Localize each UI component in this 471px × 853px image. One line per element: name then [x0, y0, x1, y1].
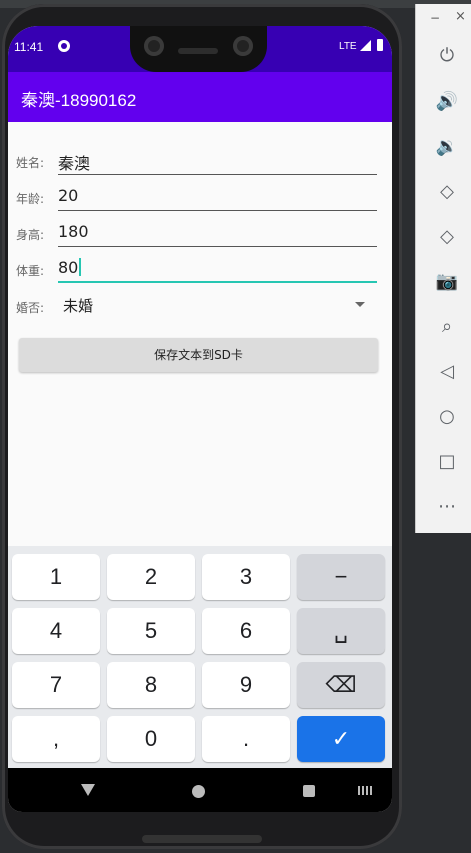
status-bar: 11:41 LTE — [8, 26, 392, 72]
bottom-speaker-grille — [142, 835, 262, 843]
app-title: 秦澳-18990162 — [21, 91, 137, 110]
married-spinner[interactable]: 未婚 — [63, 295, 93, 316]
rotate-left-icon[interactable]: ◇ — [435, 180, 459, 204]
key-period[interactable]: . — [202, 716, 290, 762]
key-minus[interactable]: − — [297, 554, 385, 600]
weight-label: 体重: — [16, 264, 45, 278]
home-icon[interactable]: ○ — [435, 405, 459, 429]
key-7[interactable]: 7 — [12, 662, 100, 708]
name-label: 姓名: — [16, 156, 45, 170]
height-input[interactable]: 180 — [58, 222, 89, 241]
age-input[interactable]: 20 — [58, 186, 78, 205]
power-icon[interactable]: ⏻ — [435, 44, 459, 68]
minimize-button[interactable]: − — [430, 11, 440, 25]
app-bar: 秦澳-18990162 — [8, 72, 392, 122]
key-3[interactable]: 3 — [202, 554, 290, 600]
name-input-underline — [58, 174, 377, 175]
key-done[interactable]: ✓ — [297, 716, 385, 762]
age-label: 年龄: — [16, 192, 45, 206]
key-backspace[interactable]: ⌫ — [297, 662, 385, 708]
emulator-device-frame: 11:41 LTE 秦澳-18990162 姓名: 秦澳 年龄: 20 身高: … — [2, 4, 402, 849]
married-label: 婚否: — [16, 301, 45, 315]
weight-input[interactable]: 80 — [58, 258, 82, 277]
key-1[interactable]: 1 — [12, 554, 100, 600]
key-0[interactable]: 0 — [107, 716, 195, 762]
status-time: 11:41 — [14, 40, 44, 54]
device-screen: 11:41 LTE 秦澳-18990162 姓名: 秦澳 年龄: 20 身高: … — [8, 26, 392, 812]
name-input[interactable]: 秦澳 — [58, 150, 90, 174]
nav-back-icon[interactable] — [81, 784, 95, 796]
camera-notch — [130, 26, 267, 72]
front-camera-icon — [233, 36, 253, 56]
more-icon[interactable]: ⋯ — [435, 495, 459, 519]
front-camera-icon — [144, 36, 164, 56]
camera-icon[interactable]: 📷 — [435, 270, 459, 294]
height-row: 身高: 180 — [8, 214, 392, 248]
weight-input-underline — [58, 281, 377, 283]
keyboard-switch-icon[interactable] — [358, 786, 372, 795]
key-2[interactable]: 2 — [107, 554, 195, 600]
key-4[interactable]: 4 — [12, 608, 100, 654]
key-8[interactable]: 8 — [107, 662, 195, 708]
numeric-keyboard: 1 2 3 − 4 5 6 ␣ 7 8 9 ⌫ , 0 . ✓ — [8, 546, 392, 768]
zoom-icon[interactable]: ⌕ — [435, 315, 459, 339]
back-icon[interactable]: ◁ — [435, 360, 459, 384]
text-cursor — [79, 258, 82, 276]
earpiece-speaker — [178, 48, 218, 54]
key-9[interactable]: 9 — [202, 662, 290, 708]
nav-overview-icon[interactable] — [303, 785, 315, 797]
key-5[interactable]: 5 — [107, 608, 195, 654]
key-6[interactable]: 6 — [202, 608, 290, 654]
overview-icon[interactable]: □ — [435, 450, 459, 474]
height-label: 身高: — [16, 228, 45, 242]
close-button[interactable]: × — [455, 9, 466, 24]
dropdown-arrow-icon[interactable] — [355, 302, 365, 307]
key-comma[interactable]: , — [12, 716, 100, 762]
save-to-sd-button[interactable]: 保存文本到SD卡 — [19, 338, 378, 372]
married-row: 婚否: 未婚 — [8, 287, 392, 321]
rotate-right-icon[interactable]: ◇ — [435, 225, 459, 249]
volume-up-icon[interactable]: 🔊 — [435, 90, 459, 114]
nav-home-icon[interactable] — [192, 785, 205, 798]
navigation-bar — [8, 768, 392, 812]
name-row: 姓名: 秦澳 — [8, 142, 392, 176]
volume-down-icon[interactable]: 🔉 — [435, 135, 459, 159]
weight-input-text: 80 — [58, 258, 79, 277]
age-input-underline — [58, 210, 377, 211]
panel-titlebar: − × — [416, 4, 471, 28]
weight-row: 体重: 80 — [8, 250, 392, 284]
notification-icon — [58, 40, 70, 52]
signal-icon — [360, 40, 371, 51]
battery-icon — [377, 39, 383, 51]
emulator-side-panel: − × ⏻ 🔊 🔉 ◇ ◇ 📷 ⌕ ◁ ○ □ ⋯ — [415, 4, 471, 533]
key-space[interactable]: ␣ — [297, 608, 385, 654]
network-type: LTE — [339, 41, 357, 52]
age-row: 年龄: 20 — [8, 178, 392, 212]
height-input-underline — [58, 246, 377, 247]
